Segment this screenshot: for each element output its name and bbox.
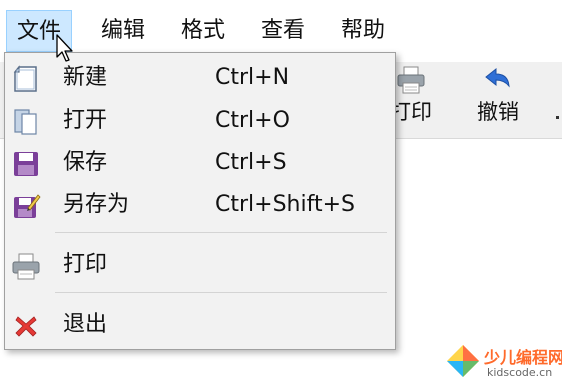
file-menu-item-print[interactable]: 打印 [5, 244, 395, 286]
menu-format[interactable]: 格式 [171, 10, 235, 52]
file-menu-item-exit-label: 退出 [63, 312, 108, 337]
menu-separator [55, 232, 387, 233]
menu-help[interactable]: 帮助 [331, 10, 395, 52]
menu-view[interactable]: 查看 [251, 10, 315, 52]
toolbar-undo-button[interactable]: 撤销 [463, 62, 533, 138]
file-menu-item-new-shortcut: Ctrl+N [215, 65, 290, 90]
file-menu-item-print-label: 打印 [63, 252, 108, 277]
undo-icon [485, 67, 510, 88]
menu-format-label: 格式 [181, 18, 226, 43]
open-document-icon [14, 109, 37, 135]
watermark-logo-icon [447, 345, 479, 377]
printer-icon [397, 66, 425, 94]
file-menu-item-open-label: 打开 [63, 108, 108, 133]
file-menu-item-save-as-label: 另存为 [63, 192, 130, 217]
toolbar-overflow-dot [556, 116, 559, 119]
watermark-url: kidscode.cn [487, 366, 553, 379]
file-menu-item-open-shortcut: Ctrl+O [215, 108, 290, 133]
menu-edit[interactable]: 编辑 [91, 10, 155, 52]
mouse-cursor-icon [56, 34, 73, 62]
file-menu-item-exit[interactable]: 退出 [5, 304, 395, 346]
watermark-title: 少儿编程网 [484, 348, 562, 367]
file-menu-item-save-shortcut: Ctrl+S [215, 150, 287, 175]
menu-edit-label: 编辑 [101, 18, 146, 43]
save-as-disk-icon [14, 194, 41, 218]
new-document-icon [13, 65, 37, 92]
file-menu-item-save-label: 保存 [63, 150, 108, 175]
file-menu-item-new-label: 新建 [63, 65, 108, 90]
file-menu-item-new[interactable]: 新建 Ctrl+N [5, 57, 395, 99]
menu-separator [55, 292, 387, 293]
exit-x-icon [15, 316, 37, 337]
save-disk-icon [14, 152, 38, 176]
file-menu-dropdown: 新建 Ctrl+N 打开 Ctrl+O 保存 Ctrl+S 另存为 Ctrl+S… [4, 52, 396, 350]
toolbar-undo-label: 撤销 [477, 100, 519, 124]
printer-icon [12, 253, 40, 280]
watermark: 少儿编程网 kidscode.cn [440, 340, 562, 383]
menu-view-label: 查看 [261, 18, 306, 43]
menu-help-label: 帮助 [341, 18, 386, 43]
file-menu-item-save[interactable]: 保存 Ctrl+S [5, 142, 395, 184]
file-menu-item-open[interactable]: 打开 Ctrl+O [5, 100, 395, 142]
file-menu-item-save-as-shortcut: Ctrl+Shift+S [215, 192, 355, 217]
file-menu-item-save-as[interactable]: 另存为 Ctrl+Shift+S [5, 184, 395, 226]
